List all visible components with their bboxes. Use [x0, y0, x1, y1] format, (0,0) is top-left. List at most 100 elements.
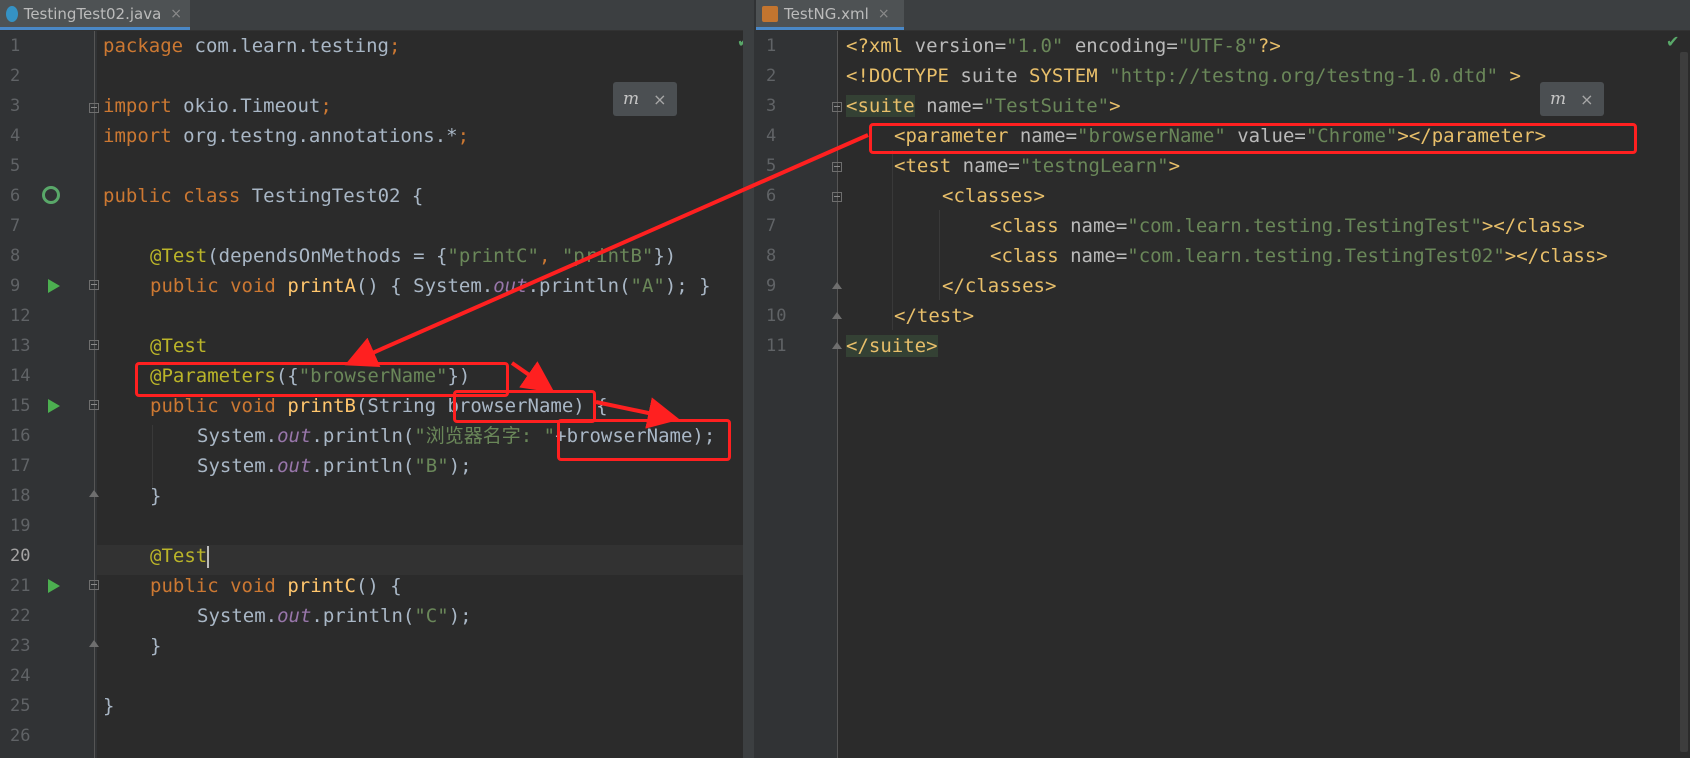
run-method-icon[interactable] — [48, 399, 60, 413]
tab-testng-xml[interactable]: TestNG.xml × — [756, 0, 904, 30]
close-tab-icon[interactable]: × — [878, 6, 890, 22]
tab-label: TestNG.xml — [784, 4, 869, 23]
line-number: 4 — [766, 126, 777, 146]
fold-marker-icon[interactable] — [89, 103, 99, 113]
code-line-9[interactable]: public void printA() { System.out.printl… — [150, 271, 711, 301]
line-number: 20 — [10, 546, 31, 566]
line-number: 17 — [10, 456, 31, 476]
xml-line-8[interactable]: <class name="com.learn.testing.TestingTe… — [990, 241, 1608, 271]
line-number: 10 — [766, 306, 787, 326]
fold-end-icon[interactable] — [832, 312, 842, 322]
xml-line-2[interactable]: <!DOCTYPE suite SYSTEM "http://testng.or… — [846, 61, 1521, 91]
fold-end-icon[interactable] — [832, 282, 842, 292]
code-line-20[interactable]: @Test — [150, 541, 210, 571]
line-number: 3 — [766, 96, 777, 116]
line-number: 6 — [766, 186, 777, 206]
line-number: 14 — [10, 366, 31, 386]
xml-line-1[interactable]: <?xml version="1.0" encoding="UTF-8"?> — [846, 31, 1281, 61]
line-number: 5 — [10, 156, 21, 176]
line-number: 16 — [10, 426, 31, 446]
code-line-4[interactable]: import org.testng.annotations.*; — [103, 121, 469, 151]
xml-line-5[interactable]: <test name="testngLearn"> — [894, 151, 1180, 181]
fold-marker-icon[interactable] — [832, 102, 842, 112]
tab-label: TestingTest02.java — [23, 4, 162, 23]
line-number: 2 — [10, 66, 21, 86]
line-number: 3 — [10, 96, 21, 116]
run-method-icon[interactable] — [48, 579, 60, 593]
fold-marker-icon[interactable] — [832, 192, 842, 202]
line-number: 23 — [10, 636, 31, 656]
line-number: 9 — [766, 276, 777, 296]
line-number: 18 — [10, 486, 31, 506]
maven-icon[interactable]: m — [623, 89, 639, 109]
line-number: 7 — [766, 216, 777, 236]
close-tab-icon[interactable]: × — [170, 6, 182, 22]
code-line-23[interactable]: } — [150, 631, 161, 661]
line-number: 25 — [10, 696, 31, 716]
text-caret — [207, 545, 210, 568]
tab-testingtest02-java[interactable]: TestingTest02.java × — [0, 0, 190, 30]
line-number: 1 — [766, 36, 777, 56]
run-class-icon[interactable] — [42, 186, 60, 204]
xml-line-10[interactable]: </test> — [894, 301, 974, 331]
line-number: 8 — [10, 246, 21, 266]
fold-end-icon[interactable] — [832, 342, 842, 352]
maven-reload-popup[interactable]: m × — [613, 82, 677, 116]
indent-guide — [892, 150, 893, 330]
line-number: 21 — [10, 576, 31, 596]
indent-guide — [939, 210, 940, 300]
line-number: 13 — [10, 336, 31, 356]
xml-editor-pane[interactable]: TestNG.xml × 1 2 3 4 5 6 7 8 9 10 11 <?xml version… — [756, 0, 1690, 758]
line-number: 2 — [766, 66, 777, 86]
line-number: 24 — [10, 666, 31, 686]
xml-line-9[interactable]: </classes> — [942, 271, 1056, 301]
xml-line-6[interactable]: <classes> — [942, 181, 1045, 211]
code-line-3[interactable]: import okio.Timeout; — [103, 91, 332, 121]
vertical-scrollbar[interactable] — [1680, 52, 1688, 752]
line-number: 12 — [10, 306, 31, 326]
fold-marker-icon[interactable] — [89, 580, 99, 590]
fold-end-icon[interactable] — [89, 640, 99, 650]
left-tab-bar: TestingTest02.java × — [0, 0, 754, 31]
code-line-6[interactable]: public class TestingTest02 { — [103, 181, 423, 211]
line-number: 26 — [10, 726, 31, 746]
fold-marker-icon[interactable] — [89, 400, 99, 410]
gutter-divider — [837, 31, 838, 758]
fold-marker-icon[interactable] — [832, 162, 842, 172]
line-number: 11 — [766, 336, 787, 356]
line-number: 19 — [10, 516, 31, 536]
right-tab-bar: TestNG.xml × — [756, 0, 1690, 31]
code-line-13[interactable]: @Test — [150, 331, 207, 361]
inspection-ok-icon[interactable]: ✔ — [1666, 32, 1679, 51]
annotation-box-concat — [557, 419, 731, 461]
code-line-22[interactable]: System.out.println("C"); — [197, 601, 472, 631]
xml-line-7[interactable]: <class name="com.learn.testing.TestingTe… — [990, 211, 1585, 241]
code-line-1[interactable]: package com.learn.testing; — [103, 31, 400, 61]
code-line-18[interactable]: } — [150, 481, 161, 511]
maven-reload-popup[interactable]: m × — [1540, 82, 1604, 116]
xml-line-3[interactable]: <suite name="TestSuite"> — [846, 91, 1121, 121]
run-method-icon[interactable] — [48, 279, 60, 293]
annotation-box-xml-parameter — [869, 123, 1637, 154]
fold-marker-icon[interactable] — [89, 340, 99, 350]
close-icon[interactable]: × — [653, 90, 666, 109]
code-line-25[interactable]: } — [103, 691, 114, 721]
xml-line-11[interactable]: </suite> — [846, 331, 938, 361]
java-class-icon — [6, 5, 18, 22]
line-number: 8 — [766, 246, 777, 266]
line-number: 4 — [10, 126, 21, 146]
fold-marker-icon[interactable] — [89, 280, 99, 290]
code-line-21[interactable]: public void printC() { — [150, 571, 402, 601]
close-icon[interactable]: × — [1580, 90, 1593, 109]
code-line-17[interactable]: System.out.println("B"); — [197, 451, 472, 481]
line-number: 1 — [10, 36, 21, 56]
xml-file-icon — [762, 5, 778, 22]
line-number: 15 — [10, 396, 31, 416]
line-number: 7 — [10, 216, 21, 236]
line-number: 22 — [10, 606, 31, 626]
fold-end-icon[interactable] — [89, 490, 99, 500]
maven-icon[interactable]: m — [1550, 89, 1566, 109]
code-line-8[interactable]: @Test(dependsOnMethods = {"printC", "pri… — [150, 241, 676, 271]
line-number: 9 — [10, 276, 21, 296]
line-number: 5 — [766, 156, 777, 176]
